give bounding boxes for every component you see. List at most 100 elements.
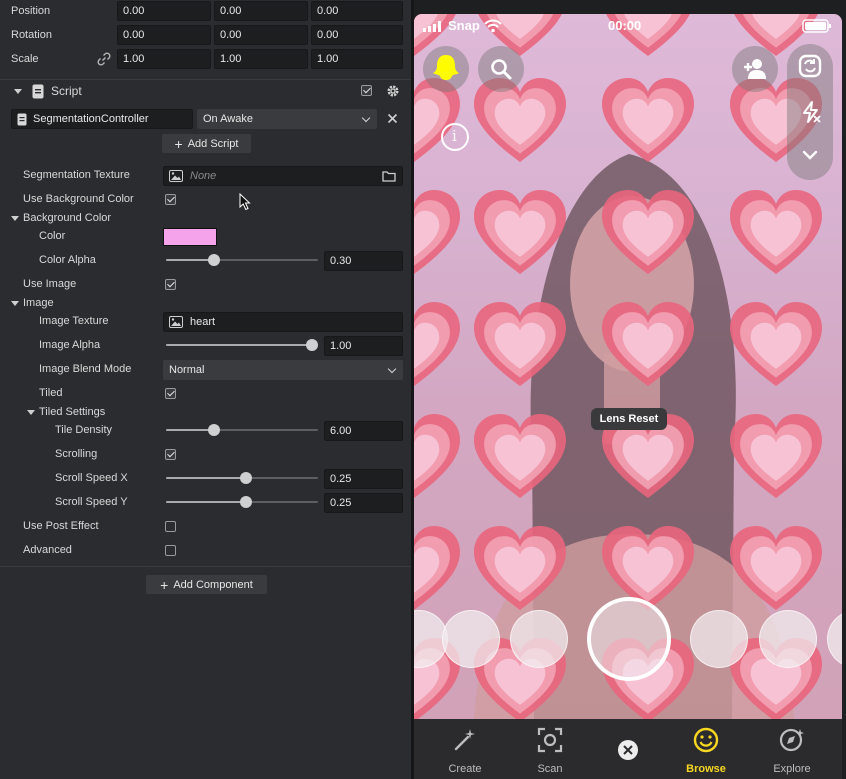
scale-z-field[interactable]: 1.00	[311, 49, 403, 69]
nav-create[interactable]: Create	[435, 719, 495, 779]
image-collapse-icon[interactable]	[11, 301, 19, 306]
script-enabled-checkbox[interactable]	[361, 85, 372, 96]
slider-thumb[interactable]	[208, 424, 220, 436]
scroll-speed-x-label: Scroll Speed X	[55, 472, 128, 484]
use-post-effect-checkbox[interactable]	[165, 521, 176, 532]
tile-density-field[interactable]: 6.00	[324, 421, 403, 441]
profile-button[interactable]	[423, 46, 469, 92]
inspector-panel: Position 0.00 0.00 0.00 Rotation 0.00 0.…	[0, 0, 412, 779]
event-select[interactable]: On Awake	[197, 109, 377, 129]
plus-icon: +	[160, 576, 169, 593]
chevron-down-icon	[387, 364, 397, 374]
carrier-label: Snap	[448, 18, 480, 33]
collapse-arrow-icon[interactable]	[14, 89, 22, 94]
flip-camera-icon[interactable]	[798, 54, 822, 78]
image-group-label: Image	[23, 297, 54, 309]
lens-reset-tooltip[interactable]: Lens Reset	[591, 408, 667, 430]
use-image-checkbox[interactable]	[165, 279, 176, 290]
segmentation-texture-label: Segmentation Texture	[23, 169, 130, 181]
gear-icon[interactable]	[386, 84, 400, 98]
scale-y-field[interactable]: 1.00	[214, 49, 308, 69]
smiley-icon	[693, 727, 719, 753]
tiled-settings-collapse-icon[interactable]	[27, 410, 35, 415]
nav-scan-label: Scan	[537, 763, 563, 775]
link-icon[interactable]	[97, 52, 111, 66]
advanced-checkbox[interactable]	[165, 545, 176, 556]
add-script-button[interactable]: + Add Script	[162, 134, 251, 153]
close-icon[interactable]	[387, 113, 398, 124]
lens-preview: Snap 00:00 i Lens Reset Create Scan Brow…	[414, 14, 842, 779]
scrolling-label: Scrolling	[55, 448, 98, 460]
rotation-x-field[interactable]: 0.00	[117, 25, 211, 45]
script-section-header[interactable]: Script	[0, 79, 412, 103]
scroll-speed-x-slider[interactable]	[166, 472, 318, 484]
lens-carousel-item[interactable]	[690, 610, 748, 668]
rotation-y-field[interactable]: 0.00	[214, 25, 308, 45]
color-alpha-field[interactable]: 0.30	[324, 251, 403, 271]
slider-thumb[interactable]	[240, 472, 252, 484]
scroll-speed-y-slider[interactable]	[166, 496, 318, 508]
flash-off-icon[interactable]	[799, 100, 823, 124]
image-alpha-slider[interactable]	[166, 339, 318, 351]
tiled-settings-group-label: Tiled Settings	[39, 406, 106, 418]
script-file-icon	[17, 113, 27, 125]
image-icon	[169, 170, 183, 182]
mouse-cursor-icon	[239, 193, 251, 211]
nav-explore[interactable]: Explore	[762, 719, 822, 779]
color-alpha-slider[interactable]	[166, 254, 318, 266]
nav-scan[interactable]: Scan	[520, 719, 580, 779]
slider-fill	[166, 501, 246, 503]
tile-density-slider[interactable]	[166, 424, 318, 436]
scale-x-field[interactable]: 1.00	[117, 49, 211, 69]
chevron-down-icon[interactable]	[802, 150, 818, 160]
nav-create-label: Create	[448, 763, 482, 775]
lens-carousel-item[interactable]	[759, 610, 817, 668]
scan-icon	[537, 727, 563, 753]
capture-button[interactable]	[587, 597, 671, 681]
use-background-color-checkbox[interactable]	[165, 194, 176, 205]
script-title: Script	[51, 84, 82, 98]
position-z-field[interactable]: 0.00	[311, 1, 403, 21]
scroll-speed-y-label: Scroll Speed Y	[55, 496, 128, 508]
position-y-field[interactable]: 0.00	[214, 1, 308, 21]
info-button[interactable]: i	[441, 123, 469, 151]
search-icon	[491, 59, 512, 80]
bottom-nav: Create Scan Browse Explore	[414, 719, 842, 779]
script-file-icon	[32, 84, 44, 99]
add-friend-button[interactable]	[732, 46, 778, 92]
image-texture-field[interactable]: heart	[163, 312, 403, 332]
position-x-field[interactable]: 0.00	[117, 1, 211, 21]
slider-fill	[166, 429, 214, 431]
battery-icon	[802, 19, 831, 33]
slider-thumb[interactable]	[306, 339, 318, 351]
add-script-label: Add Script	[187, 137, 239, 150]
search-button[interactable]	[478, 46, 524, 92]
folder-icon[interactable]	[382, 170, 396, 182]
image-texture-label: Image Texture	[39, 315, 109, 327]
scrolling-checkbox[interactable]	[165, 449, 176, 460]
nav-browse[interactable]: Browse	[676, 719, 736, 779]
scroll-speed-x-field[interactable]: 0.25	[324, 469, 403, 489]
lens-carousel-item[interactable]	[510, 610, 568, 668]
tiled-label: Tiled	[39, 387, 63, 399]
nav-browse-label: Browse	[686, 763, 726, 775]
scroll-speed-y-field[interactable]: 0.25	[324, 493, 403, 513]
bitmoji-ghost-icon	[433, 55, 459, 80]
segmentation-texture-field[interactable]: None	[163, 166, 403, 186]
magic-wand-icon	[454, 729, 475, 751]
background-color-collapse-icon[interactable]	[11, 216, 19, 221]
image-blend-mode-select[interactable]: Normal	[163, 360, 403, 380]
slider-thumb[interactable]	[208, 254, 220, 266]
lens-carousel-item[interactable]	[442, 610, 500, 668]
color-label: Color	[39, 230, 66, 242]
script-asset-field[interactable]: SegmentationController	[11, 109, 193, 129]
segmentation-texture-value: None	[190, 170, 217, 182]
close-lens-button[interactable]	[618, 740, 638, 760]
use-background-color-label: Use Background Color	[23, 193, 134, 205]
rotation-z-field[interactable]: 0.00	[311, 25, 403, 45]
add-component-button[interactable]: + Add Component	[146, 575, 267, 594]
image-alpha-field[interactable]: 1.00	[324, 336, 403, 356]
slider-thumb[interactable]	[240, 496, 252, 508]
tiled-checkbox[interactable]	[165, 388, 176, 399]
color-swatch[interactable]	[163, 228, 217, 246]
